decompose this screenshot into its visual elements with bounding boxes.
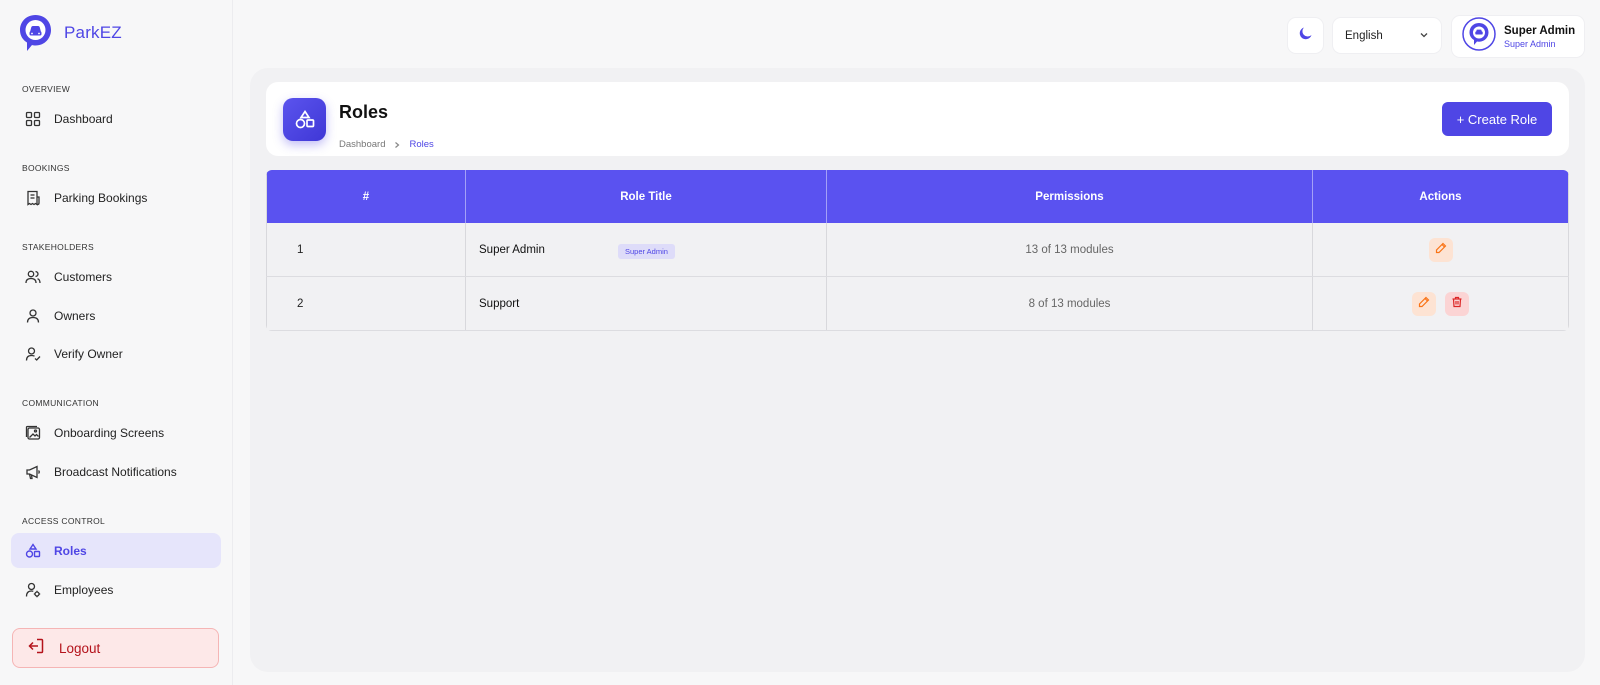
row-role-title: Support: [479, 297, 520, 310]
avatar: [1462, 17, 1496, 56]
moon-icon: [1298, 25, 1314, 46]
column-header-index: #: [266, 170, 465, 223]
column-header-role-title: Role Title: [465, 170, 826, 223]
table-header: # Role Title Permissions Actions: [266, 170, 1569, 223]
parkez-logo-icon: [20, 15, 51, 51]
sidebar-item-verify-owner[interactable]: Verify Owner: [11, 336, 221, 371]
section-title-overview: OVERVIEW: [22, 84, 71, 94]
sidebar-item-label: Verify Owner: [54, 346, 123, 361]
row-permissions: 8 of 13 modules: [826, 277, 1312, 330]
page-header: Roles Dashboard Roles + Create Role: [266, 82, 1569, 156]
sidebar-item-owners[interactable]: Owners: [11, 298, 221, 333]
page-title: Roles: [339, 102, 389, 122]
status-badge: Super Admin: [618, 244, 675, 259]
user-info: Super Admin Super Admin: [1504, 25, 1575, 49]
brand-name: ParkEZ: [64, 23, 122, 42]
column-header-permissions: Permissions: [826, 170, 1312, 223]
megaphone-icon: [24, 463, 42, 481]
row-role-title-cell: Super Admin Super Admin: [465, 223, 826, 276]
table-row: 2 Support 8 of 13 modules: [266, 277, 1569, 331]
sidebar-item-broadcast-notifications[interactable]: Broadcast Notifications: [11, 454, 221, 489]
shapes-icon: [24, 542, 42, 560]
row-actions: [1312, 277, 1569, 330]
sidebar-item-label: Roles: [54, 543, 87, 558]
logout-label: Logout: [59, 640, 101, 656]
user-icon: [24, 307, 42, 325]
sidebar-item-label: Owners: [54, 308, 96, 323]
section-title-access-control: ACCESS CONTROL: [22, 516, 106, 526]
trash-icon: [1451, 296, 1463, 311]
section-title-communication: COMMUNICATION: [22, 398, 99, 408]
receipt-icon: [24, 189, 42, 207]
sidebar-item-onboarding-screens[interactable]: Onboarding Screens: [11, 415, 221, 450]
row-index: 1: [266, 223, 465, 276]
delete-button[interactable]: [1445, 291, 1469, 316]
breadcrumb: Dashboard Roles: [339, 139, 434, 150]
images-icon: [24, 424, 42, 442]
users-icon: [24, 268, 42, 286]
pencil-icon: [1418, 296, 1430, 311]
column-header-actions: Actions: [1312, 170, 1569, 223]
main-panel: Roles Dashboard Roles + Create Role # Ro…: [250, 68, 1585, 672]
row-role-title: Super Admin: [479, 243, 545, 256]
row-permissions: 13 of 13 modules: [826, 223, 1312, 276]
language-select[interactable]: English: [1333, 18, 1441, 53]
chevron-right-icon: [393, 141, 401, 149]
roles-table: # Role Title Permissions Actions 1 Super…: [266, 170, 1569, 331]
sidebar-item-parking-bookings[interactable]: Parking Bookings: [11, 180, 221, 215]
row-role-title-cell: Support: [465, 277, 826, 330]
row-index: 2: [266, 277, 465, 330]
sidebar-item-label: Broadcast Notifications: [54, 464, 177, 479]
pencil-icon: [1435, 242, 1447, 257]
user-cog-icon: [24, 581, 42, 599]
row-actions: [1312, 223, 1569, 276]
sidebar-item-dashboard[interactable]: Dashboard: [11, 101, 221, 136]
logout-icon: [27, 637, 45, 660]
sidebar-item-label: Onboarding Screens: [54, 425, 165, 440]
sidebar-item-label: Parking Bookings: [54, 190, 148, 205]
roles-header-icon: [283, 98, 326, 141]
sidebar-item-customers[interactable]: Customers: [11, 259, 221, 294]
sidebar-item-label: Customers: [54, 269, 113, 284]
table-row: 1 Super Admin Super Admin 13 of 13 modul…: [266, 223, 1569, 277]
section-title-bookings: BOOKINGS: [22, 163, 70, 173]
language-value: English: [1345, 29, 1383, 42]
chevron-down-icon: [1419, 27, 1429, 45]
sidebar-item-employees[interactable]: Employees: [11, 572, 221, 607]
sidebar-item-roles[interactable]: Roles: [11, 533, 221, 568]
edit-button[interactable]: [1412, 291, 1436, 316]
user-check-icon: [24, 345, 42, 363]
create-role-button[interactable]: + Create Role: [1442, 102, 1552, 136]
sidebar: ParkEZ OVERVIEW Dashboard BOOKINGS Parki…: [0, 0, 233, 685]
section-title-stakeholders: STAKEHOLDERS: [22, 242, 94, 252]
grid-icon: [24, 110, 42, 128]
user-role: Super Admin: [1504, 38, 1556, 49]
theme-toggle-button[interactable]: [1288, 18, 1323, 53]
sidebar-item-label: Dashboard: [54, 111, 113, 126]
user-name: Super Admin: [1504, 24, 1576, 37]
logout-button[interactable]: Logout: [12, 628, 219, 668]
sidebar-item-label: Employees: [54, 582, 114, 597]
breadcrumb-dashboard-link[interactable]: Dashboard: [339, 139, 385, 150]
user-menu[interactable]: Super Admin Super Admin: [1452, 16, 1584, 57]
brand[interactable]: ParkEZ: [18, 13, 122, 53]
breadcrumb-current: Roles: [409, 139, 434, 150]
edit-button[interactable]: [1428, 237, 1453, 262]
